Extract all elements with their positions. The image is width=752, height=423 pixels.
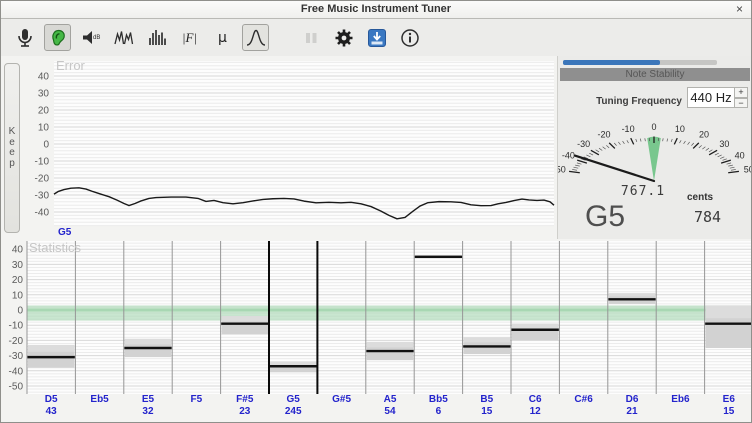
settings-gear-button[interactable] — [330, 24, 357, 51]
svg-text:50: 50 — [744, 164, 752, 174]
note-stability-progressbar — [563, 60, 717, 65]
settings-gear-icon — [333, 27, 355, 49]
svg-text:-30: -30 — [9, 351, 24, 362]
tuning-frequency-label: Tuning Frequency — [558, 96, 682, 107]
pause-button — [297, 24, 324, 51]
svg-text:30: 30 — [12, 260, 24, 271]
error-chart: 40 30 20 10 0 -10 -20 -30 -40 — [1, 56, 557, 239]
svg-text:30: 30 — [719, 139, 729, 149]
tuner-ear-button[interactable] — [44, 24, 71, 51]
microphone-button[interactable] — [11, 24, 38, 51]
microphone-icon — [14, 27, 36, 49]
volume-db-icon: dB — [80, 27, 102, 49]
toolbar: dB |F| μ — [1, 19, 751, 56]
svg-text:20: 20 — [699, 130, 709, 140]
gaussian-button[interactable] — [242, 24, 269, 51]
window-title: Free Music Instrument Tuner — [1, 3, 751, 15]
svg-text:-40: -40 — [35, 208, 50, 219]
svg-text:-30: -30 — [577, 139, 590, 149]
waveform-icon — [113, 27, 135, 49]
svg-text:0: 0 — [651, 122, 656, 132]
svg-text:dB: dB — [93, 35, 100, 41]
svg-text:40: 40 — [735, 151, 745, 161]
pause-icon — [300, 27, 322, 49]
tuner-panel: Note Stability Tuning Frequency 440 Hz +… — [557, 56, 752, 239]
tuning-frequency-increment-button[interactable]: + — [734, 87, 748, 98]
svg-text:0: 0 — [17, 306, 23, 317]
svg-text:40: 40 — [38, 72, 50, 83]
waveform-button[interactable] — [110, 24, 137, 51]
svg-text:-30: -30 — [35, 191, 50, 202]
mu-button[interactable]: μ — [209, 24, 236, 51]
fourier-button[interactable]: |F| — [176, 24, 203, 51]
detected-note: G5 — [585, 200, 625, 234]
close-button[interactable]: × — [736, 2, 743, 17]
tuning-frequency-spinner: + − — [734, 87, 748, 108]
svg-text:-10: -10 — [35, 157, 50, 168]
spectrum-button[interactable] — [143, 24, 170, 51]
svg-text:-20: -20 — [9, 336, 24, 347]
tuning-frequency-value[interactable]: 440 Hz — [687, 87, 735, 108]
svg-text:10: 10 — [675, 124, 685, 134]
svg-text:-10: -10 — [622, 124, 635, 134]
app-window: Free Music Instrument Tuner × dB|F|μ Kee… — [0, 0, 752, 423]
svg-text:40: 40 — [12, 245, 24, 256]
svg-text:-10: -10 — [9, 321, 24, 332]
tuning-frequency-decrement-button[interactable]: − — [734, 98, 748, 109]
svg-text:-40: -40 — [562, 151, 575, 161]
svg-text:20: 20 — [12, 275, 24, 286]
svg-text:0: 0 — [43, 140, 49, 151]
info-button[interactable] — [396, 24, 423, 51]
save-icon — [366, 27, 388, 49]
mu-icon: μ — [218, 30, 227, 46]
svg-text:-50: -50 — [9, 382, 24, 393]
svg-text:-20: -20 — [598, 130, 611, 140]
svg-text:10: 10 — [38, 123, 50, 134]
note-stability-label: Note Stability — [560, 68, 750, 81]
note-stability-progress-fill — [563, 60, 660, 65]
spectrum-icon — [146, 27, 168, 49]
error-current-note-label: G5 — [58, 227, 71, 238]
svg-text:10: 10 — [12, 290, 24, 301]
svg-text:20: 20 — [38, 106, 50, 117]
statistics-chart: 40 30 20 10 0 -10 -20 -30 -40 -50 — [1, 239, 752, 423]
save-button[interactable] — [363, 24, 390, 51]
tuner-ear-icon — [47, 27, 69, 49]
frequency-reading: 767.1 — [598, 184, 688, 199]
svg-text:-40: -40 — [9, 366, 24, 377]
gaussian-icon — [245, 27, 267, 49]
svg-text:-50: -50 — [558, 164, 566, 174]
fourier-icon: |F| — [182, 30, 197, 46]
volume-db-button[interactable]: dB — [77, 24, 104, 51]
titlebar: Free Music Instrument Tuner × — [1, 1, 751, 19]
info-icon — [399, 27, 421, 49]
svg-text:-20: -20 — [35, 174, 50, 185]
svg-text:cents: cents — [687, 192, 714, 203]
target-frequency: 784 — [694, 208, 721, 226]
svg-text:30: 30 — [38, 89, 50, 100]
